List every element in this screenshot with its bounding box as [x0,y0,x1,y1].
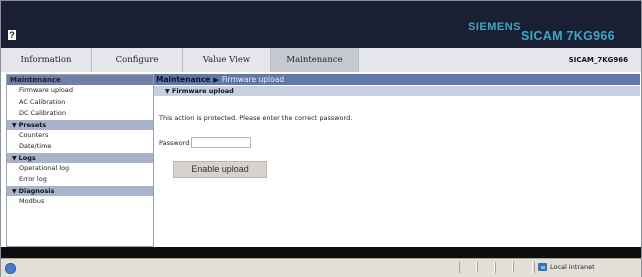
sidebar-item-ac-calibration[interactable]: AC Calibration [7,97,153,109]
triangle-down-icon: ▼ [12,121,17,129]
security-zone[interactable]: Local intranet [534,262,635,273]
status-segment [477,262,495,273]
protection-message: This action is protected. Please enter t… [159,114,353,122]
enable-upload-button[interactable]: Enable upload [173,161,267,178]
tab-value-view[interactable]: Value View [183,48,271,72]
main-panel: Maintenance ▶ Firmware upload ▼ Firmware u… [154,74,640,245]
sidebar-item-date-time[interactable]: Date/time [7,141,153,153]
triangle-down-icon: ▼ [12,154,17,162]
sidebar-group-presets[interactable]: ▼ Presets [7,119,153,130]
section-header[interactable]: ▼ Firmware upload [154,86,640,96]
sidebar-group-logs[interactable]: ▼ Logs [7,152,153,163]
sidebar-item-error-log[interactable]: Error log [7,174,153,186]
sidebar-item-operational-log[interactable]: Operational log [7,163,153,175]
tab-maintenance[interactable]: Maintenance [271,48,359,72]
security-zone-label: Local intranet [550,263,595,271]
sidebar-item-modbus[interactable]: Modbus [7,196,153,208]
footer-band [1,247,641,258]
breadcrumb-root[interactable]: Maintenance [156,75,210,84]
sidebar-group-diagnosis[interactable]: ▼ Diagnosis [7,185,153,196]
device-id-label: SICAM_7KG966 [568,56,628,64]
breadcrumb: Maintenance ▶ Firmware upload [154,74,640,85]
browser-status-bar: Local intranet [1,258,641,277]
triangle-right-icon: ▶ [213,76,219,84]
tab-bar: Information Configure Value View Mainten… [1,48,641,73]
section-title: Firmware upload [171,87,234,95]
triangle-down-icon: ▼ [12,187,17,195]
sidebar-nav: Maintenance Firmware upload AC Calibrati… [6,74,154,247]
help-icon[interactable]: ? [8,30,16,40]
status-segment [495,262,513,273]
sidebar-item-firmware-upload[interactable]: Firmware upload [7,85,153,97]
sidebar-group-label: Logs [18,153,36,162]
ie-page-icon [5,263,16,274]
brand-logo: SIEMENS [468,21,522,33]
triangle-down-icon: ▼ [165,88,170,95]
password-field[interactable] [191,137,251,148]
breadcrumb-current: Firmware upload [221,75,285,84]
tab-information[interactable]: Information [1,48,92,72]
sidebar-item-dc-calibration[interactable]: DC Calibration [7,108,153,120]
sidebar-item-counters[interactable]: Counters [7,130,153,142]
sidebar-title: Maintenance [7,75,153,85]
product-title: SICAM 7KG966 [521,29,615,43]
content-area: Maintenance Firmware upload AC Calibrati… [1,72,641,247]
tab-configure[interactable]: Configure [92,48,183,72]
app-header: ? SIEMENS SICAM 7KG966 [1,1,641,48]
local-intranet-icon [538,263,547,271]
sidebar-group-label: Diagnosis [18,186,55,195]
password-label: Password [159,139,190,147]
browser-window: ? SIEMENS SICAM 7KG966 Information Confi… [0,0,642,277]
sidebar-group-label: Presets [18,120,47,129]
status-segment [513,262,533,273]
status-segment [459,262,477,273]
